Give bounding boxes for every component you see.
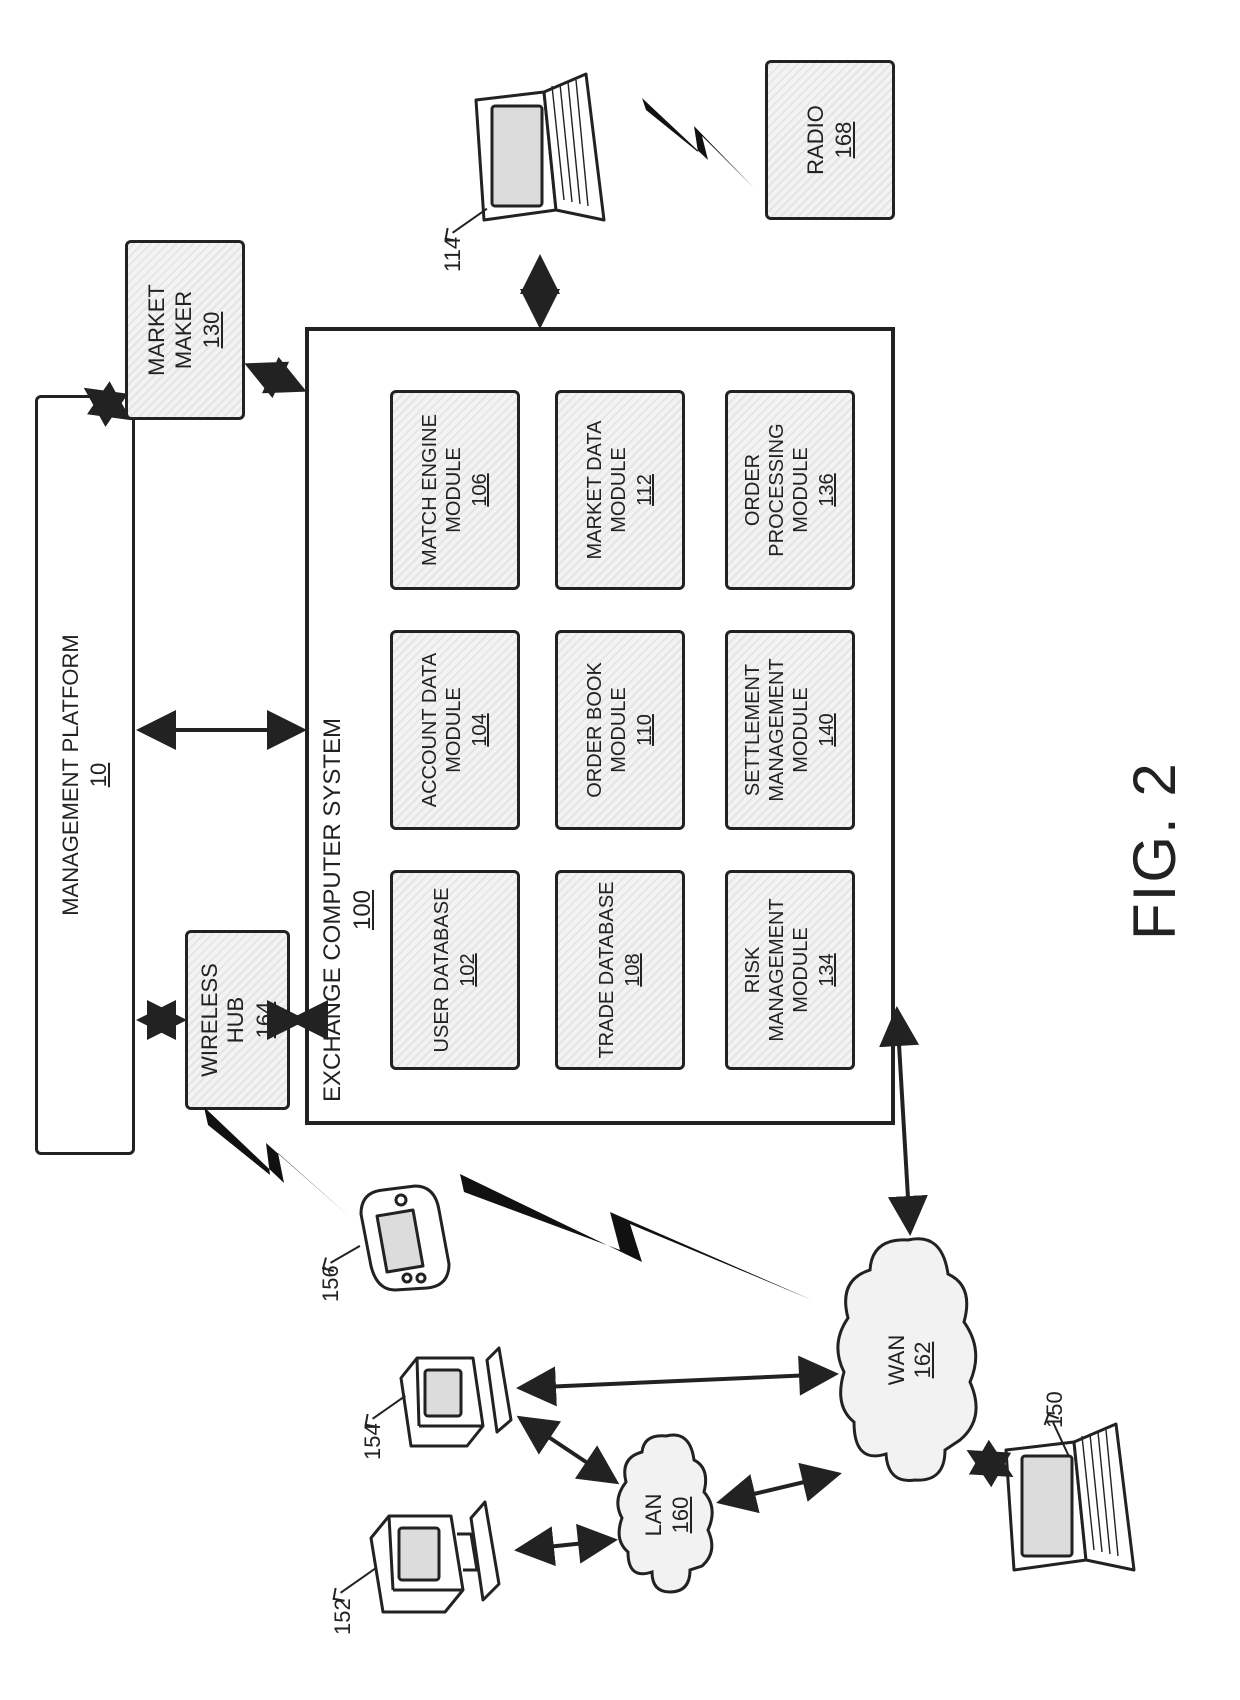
page: FIG. 2 MANAGEMENT PLATFORM 10 WIRELESS H… [0,0,1240,1700]
connections-layer [0,0,1240,1700]
diagram-stage: FIG. 2 MANAGEMENT PLATFORM 10 WIRELESS H… [0,0,1240,1700]
